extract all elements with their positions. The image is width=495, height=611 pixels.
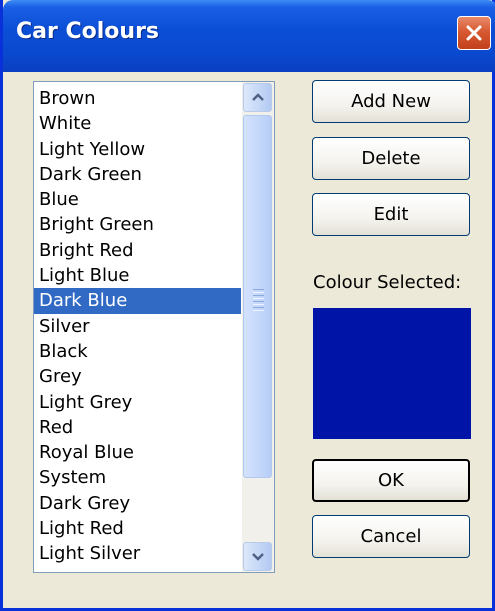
colour-selected-label: Colour Selected: <box>313 272 462 293</box>
colour-list-item[interactable]: System <box>34 465 241 490</box>
scroll-down-button[interactable] <box>243 542 272 571</box>
cancel-button[interactable]: Cancel <box>312 515 470 558</box>
vertical-scrollbar[interactable] <box>242 82 274 572</box>
arrow-down-icon <box>252 553 264 561</box>
add-new-button[interactable]: Add New <box>312 80 470 123</box>
window-title: Car Colours <box>16 19 160 44</box>
colour-list-item[interactable]: Grey <box>34 364 241 389</box>
colour-listbox[interactable]: Brown White Light Yellow Dark Green Blue Brig… <box>33 81 275 573</box>
colour-list-item[interactable]: Bright Green <box>34 212 241 237</box>
edit-button[interactable]: Edit <box>312 193 470 236</box>
close-button[interactable] <box>457 16 491 50</box>
colour-list-item[interactable]: Royal Blue <box>34 440 241 465</box>
colour-list-item[interactable]: Light Grey <box>34 390 241 415</box>
colour-list-item[interactable]: Black <box>34 339 241 364</box>
colour-list-item[interactable]: Blue <box>34 187 241 212</box>
car-colours-dialog: Car Colours Brown White Light Yellow Dark G… <box>0 0 495 611</box>
colour-list-item[interactable]: Dark Blue <box>34 288 241 314</box>
scroll-up-button[interactable] <box>243 83 272 112</box>
colour-list-item[interactable]: Silver <box>34 314 241 339</box>
colour-list-item[interactable]: Red <box>34 415 241 440</box>
delete-button[interactable]: Delete <box>312 137 470 180</box>
colour-list-item[interactable]: Light Silver <box>34 541 241 566</box>
colour-list-item[interactable]: Light Blue <box>34 263 241 288</box>
colour-list-item[interactable]: Light Yellow <box>34 137 241 162</box>
scroll-thumb[interactable] <box>243 115 272 478</box>
colour-swatch <box>313 308 471 439</box>
ok-button[interactable]: OK <box>312 459 470 502</box>
colour-list-item[interactable]: Dark Green <box>34 162 241 187</box>
arrow-up-icon <box>252 93 264 101</box>
close-icon <box>466 25 482 41</box>
colour-list: Brown White Light Yellow Dark Green Blue Brig… <box>34 86 241 567</box>
colour-list-item[interactable]: White <box>34 111 241 136</box>
scroll-grip <box>253 289 264 313</box>
colour-list-item[interactable]: Dark Grey <box>34 491 241 516</box>
colour-list-item[interactable]: Brown <box>34 86 241 111</box>
title-bar[interactable]: Car Colours <box>3 0 495 72</box>
colour-list-item[interactable]: Bright Red <box>34 238 241 263</box>
colour-list-item[interactable]: Light Red <box>34 516 241 541</box>
